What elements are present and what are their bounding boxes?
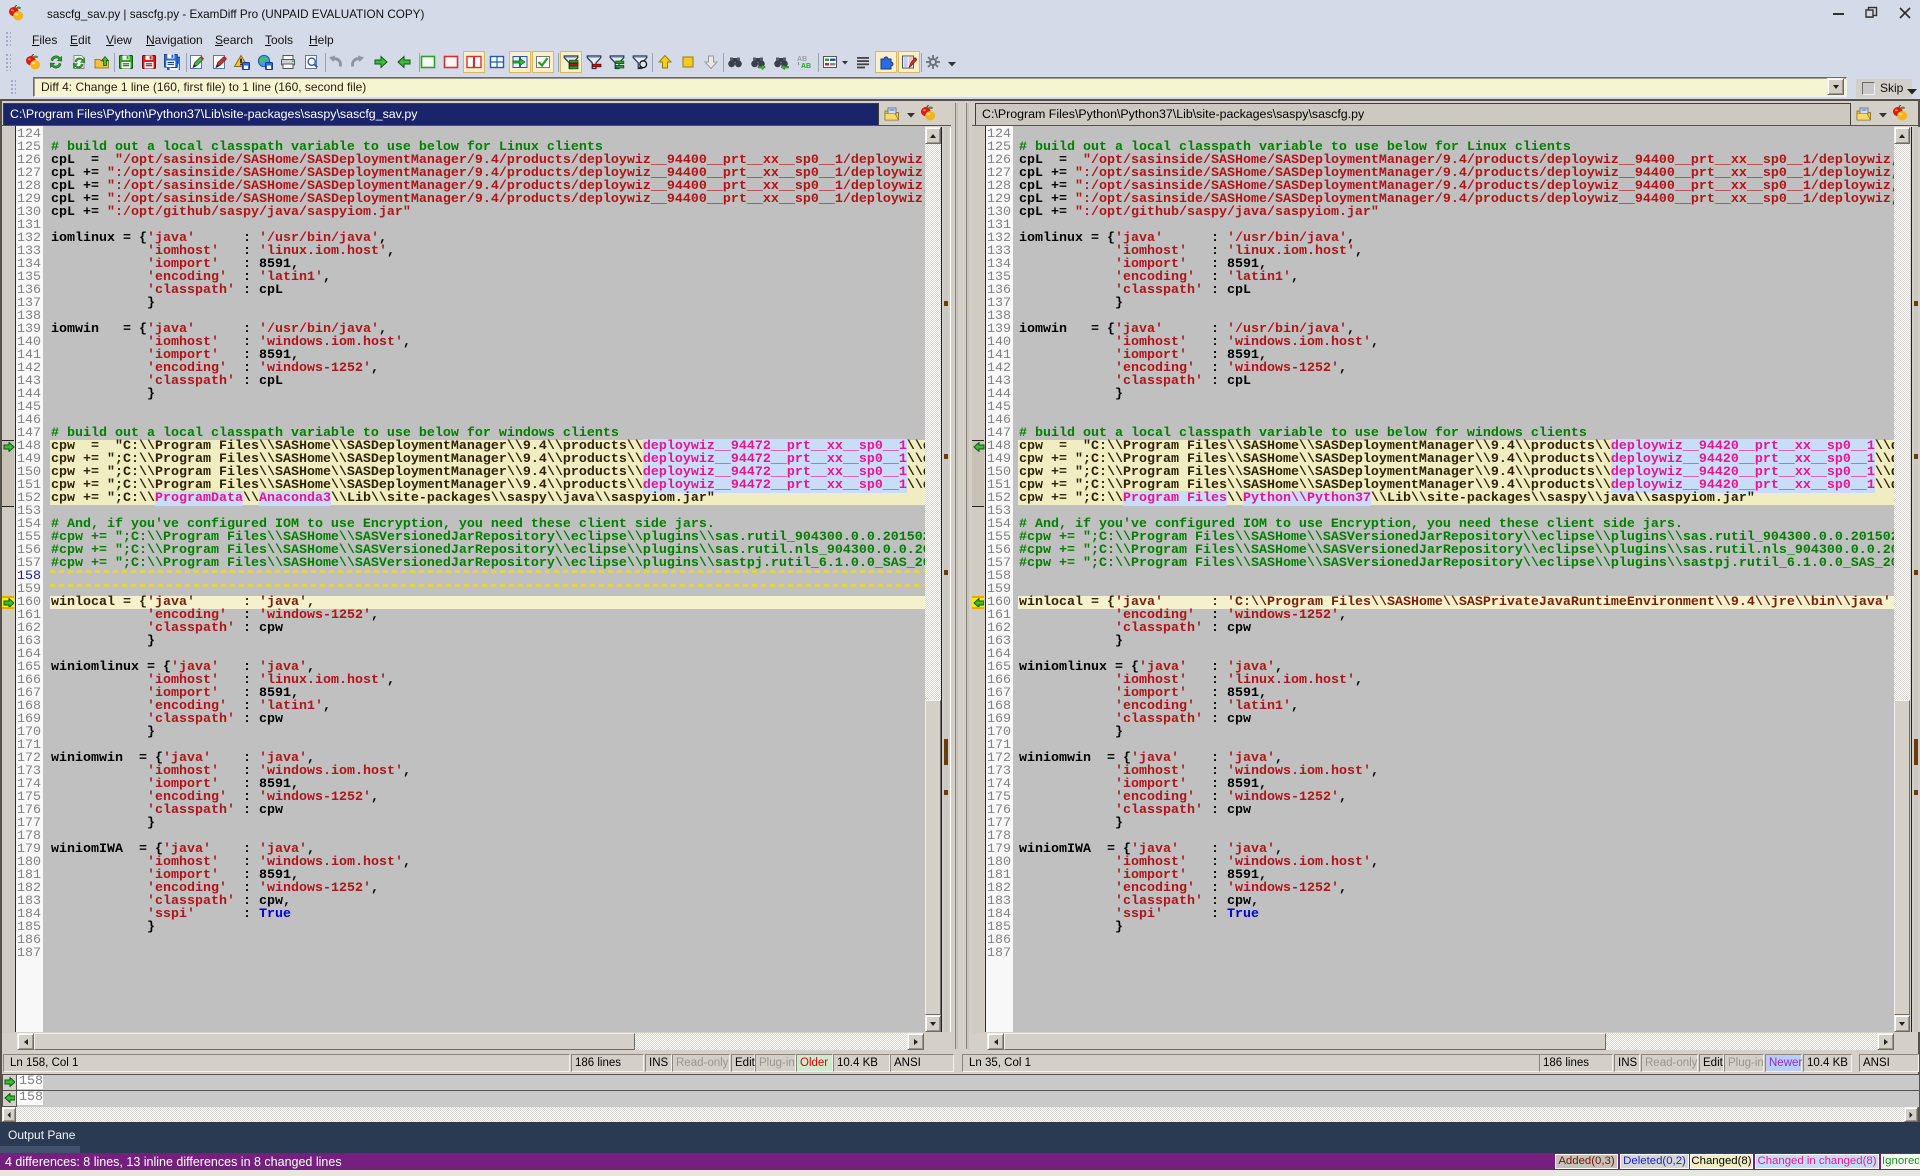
svg-text:AB: AB bbox=[801, 63, 811, 70]
svg-text:AB: AB bbox=[797, 56, 807, 63]
